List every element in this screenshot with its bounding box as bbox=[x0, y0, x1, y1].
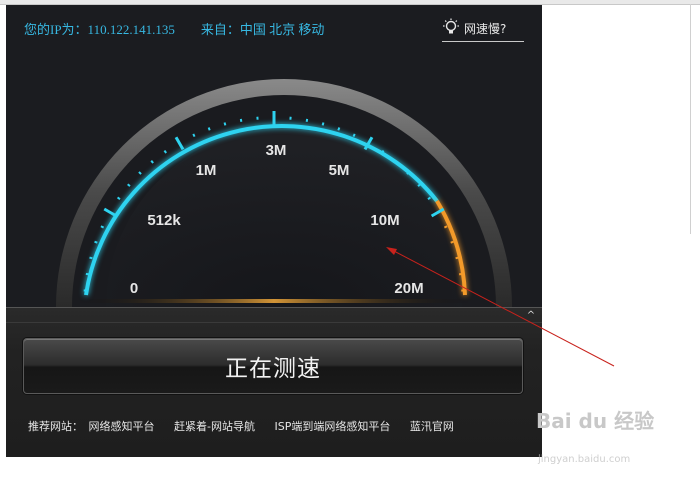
speed-gauge: 0 512k 1M 3M 5M 10M 20M bbox=[6, 49, 542, 307]
gauge-label-1m: 1M bbox=[196, 162, 217, 179]
gauge-label-3m: 3M bbox=[266, 142, 287, 159]
speed-test-button[interactable]: 正在测速 bbox=[23, 338, 523, 394]
slow-network-help[interactable]: 网速慢? bbox=[442, 15, 524, 42]
gauge-tick bbox=[223, 122, 227, 126]
gauge-tick bbox=[427, 196, 432, 200]
lightbulb-icon bbox=[442, 18, 460, 39]
gauge-label-512k: 512k bbox=[147, 212, 181, 229]
help-label: 网速慢? bbox=[464, 21, 507, 36]
recommended-sites: 推荐网站： 网络感知平台 赶紧着-网站导航 ISP端到端网络感知平台 蓝汛官网 bbox=[28, 418, 470, 434]
watermark-url: jingyan.baidu.com bbox=[538, 454, 631, 465]
gauge-label-5m: 5M bbox=[329, 162, 350, 179]
gauge-bezel bbox=[56, 79, 512, 307]
page-divider bbox=[690, 4, 691, 234]
watermark-brand: Bai du 经验 bbox=[536, 409, 655, 433]
link-isp-platform[interactable]: ISP端到端网络感知平台 bbox=[274, 420, 390, 433]
panel-divider bbox=[6, 322, 542, 323]
collapse-icon[interactable]: ^ bbox=[524, 310, 538, 322]
ip-location-text: 您的IP为：110.122.141.135 来自：中国 北京 移动 bbox=[24, 22, 325, 37]
gauge-floor-glow bbox=[76, 299, 472, 303]
header-bar: 您的IP为：110.122.141.135 来自：中国 北京 移动 网速慢? bbox=[6, 5, 542, 49]
gauge-tick bbox=[337, 127, 341, 131]
control-panel: ^ 正在测速 推荐网站： 网络感知平台 赶紧着-网站导航 ISP端到端网络感知平… bbox=[6, 307, 542, 457]
link-site-navigation[interactable]: 赶紧着-网站导航 bbox=[174, 420, 255, 433]
link-network-platform[interactable]: 网络感知平台 bbox=[89, 420, 155, 433]
gauge-label-10m: 10M bbox=[370, 212, 399, 229]
gauge-tick bbox=[321, 122, 325, 126]
gauge-tick bbox=[89, 256, 93, 260]
gauge-tick bbox=[94, 240, 98, 244]
gauge-tick bbox=[100, 225, 105, 229]
gauge-tick bbox=[443, 225, 448, 229]
speed-test-widget: 您的IP为：110.122.141.135 来自：中国 北京 移动 网速慢? 0… bbox=[6, 5, 542, 457]
gauge-tick bbox=[381, 149, 385, 154]
gauge-tick bbox=[192, 133, 196, 138]
gauge-tick bbox=[352, 133, 356, 138]
gauge-tick bbox=[450, 240, 454, 244]
gauge-label-20m: 20M bbox=[394, 280, 423, 297]
gauge-tick bbox=[85, 272, 90, 276]
gauge-tick bbox=[239, 118, 243, 123]
gauge-tick bbox=[163, 149, 167, 154]
gauge-tick bbox=[458, 272, 463, 276]
gauge-tick bbox=[455, 256, 459, 260]
gauge-label-0: 0 bbox=[130, 280, 138, 297]
gauge-tick bbox=[305, 118, 309, 123]
gauge-tick bbox=[116, 196, 121, 200]
gauge-tick bbox=[207, 127, 211, 131]
link-lanxun-official[interactable]: 蓝汛官网 bbox=[410, 420, 454, 433]
recommended-label: 推荐网站： bbox=[28, 420, 83, 433]
